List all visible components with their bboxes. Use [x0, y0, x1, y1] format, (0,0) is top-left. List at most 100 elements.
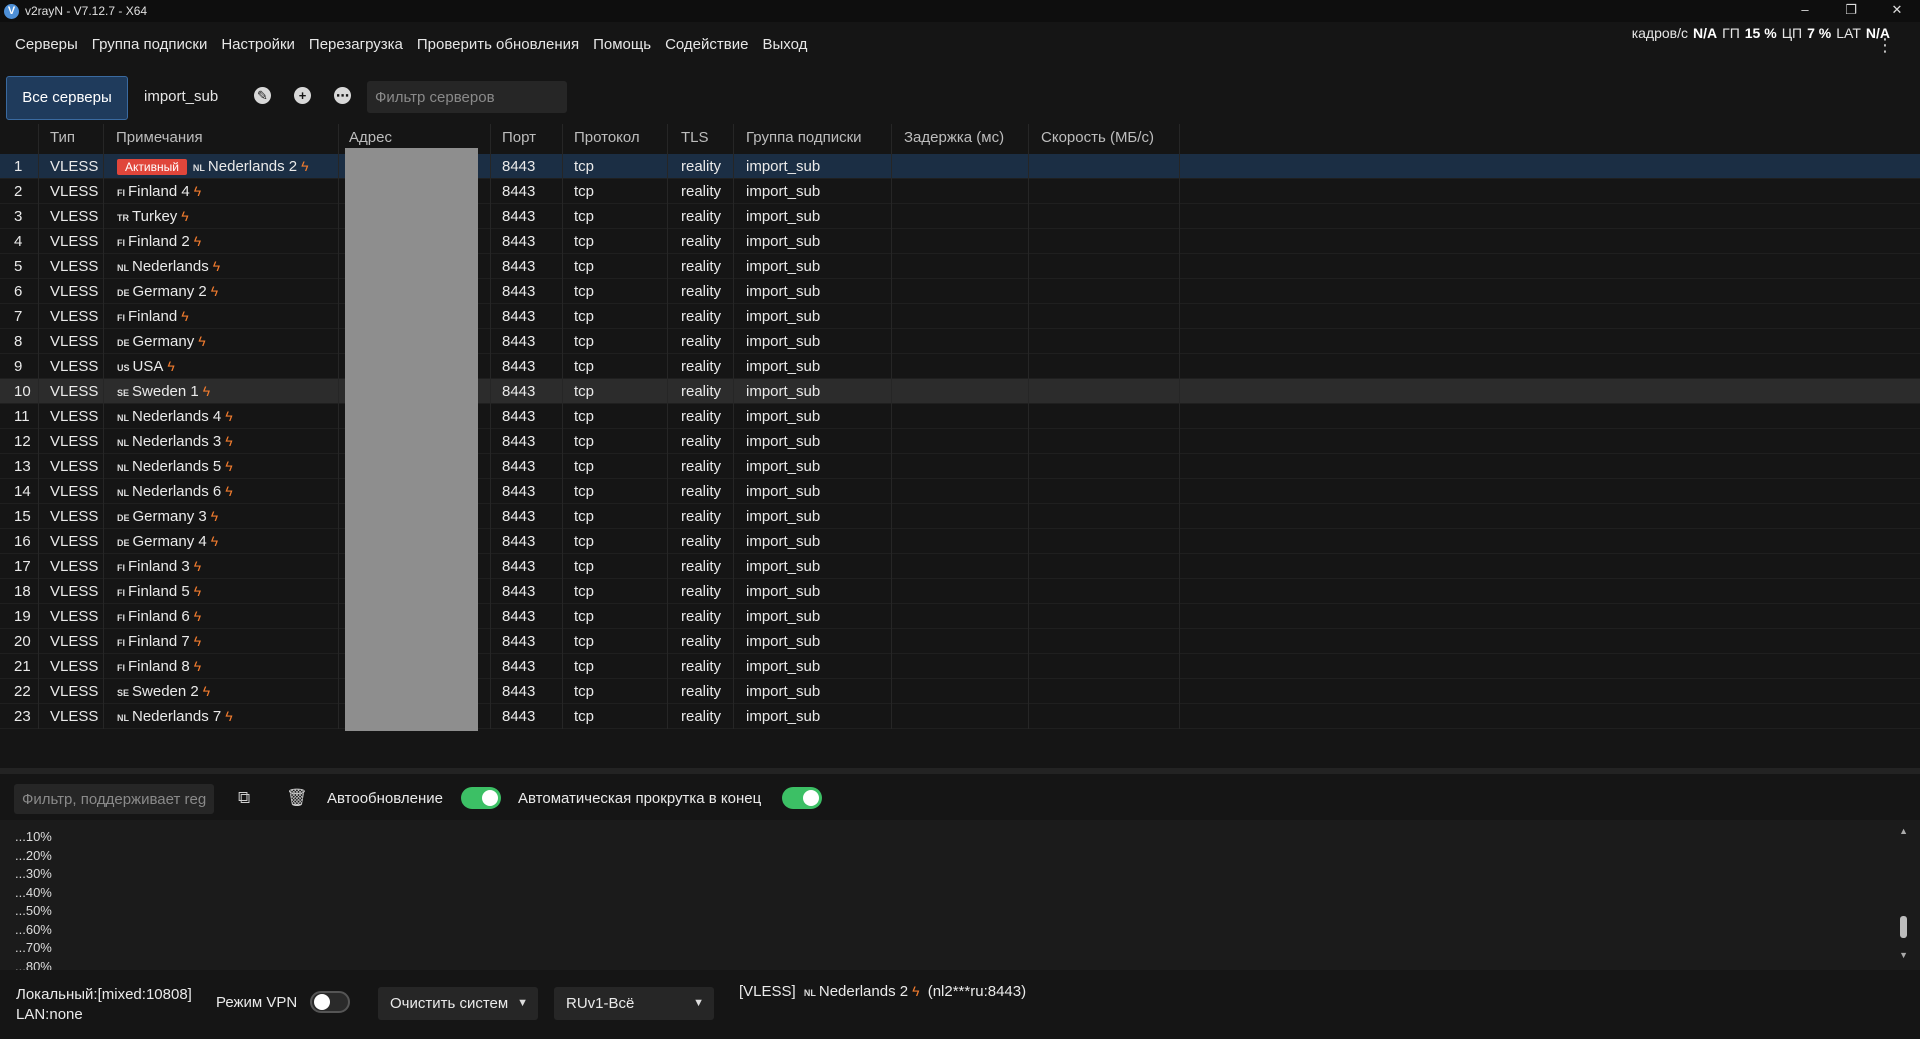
cell-type: VLESS [50, 508, 99, 525]
table-row[interactable]: 3 VLESS 8443 tcp reality import_sub TR Turkey ϟ [0, 204, 1920, 229]
server-name: Finland [128, 308, 178, 325]
cell-protocol: tcp [574, 533, 595, 550]
menu-exit[interactable]: Выход [755, 36, 814, 53]
table-row[interactable]: 17 VLESS 8443 tcp reality import_sub FI Finland… [0, 554, 1920, 579]
cell-tls: reality [681, 533, 722, 550]
log-output[interactable]: ...10% ...20% ...30% ...40% ...50% ...60% ...7… [0, 820, 1920, 970]
column-speed[interactable]: Скорость (МБ/с) [1041, 129, 1154, 146]
table-row[interactable]: 10 VLESS 8443 tcp reality import_sub SE Sweden … [0, 379, 1920, 404]
maximize-button[interactable]: ❐ [1828, 0, 1874, 22]
table-row[interactable]: 1 VLESS 8443 tcp reality import_sub Активный NL… [0, 154, 1920, 179]
cell-protocol: tcp [574, 383, 595, 400]
log-line: ...30% [15, 866, 52, 881]
table-row[interactable]: 12 VLESS 8443 tcp reality import_sub NL Nederla… [0, 429, 1920, 454]
copy-icon[interactable]: ⧉ [238, 788, 250, 808]
table-row[interactable]: 22 VLESS 8443 tcp reality import_sub SE Sweden … [0, 679, 1920, 704]
log-line: ...10% [15, 829, 52, 844]
cell-index: 5 [14, 258, 23, 275]
cell-remarks: DE Germany 3ϟ [117, 508, 218, 527]
minimize-button[interactable]: – [1782, 0, 1828, 22]
cell-group: import_sub [746, 183, 821, 200]
edit-icon[interactable]: ✎ [254, 87, 271, 104]
cell-group: import_sub [746, 533, 821, 550]
cell-protocol: tcp [574, 558, 595, 575]
cell-protocol: tcp [574, 358, 595, 375]
log-line: ...60% [15, 921, 52, 937]
cell-port: 8443 [502, 383, 536, 400]
log-filter-input[interactable] [14, 784, 214, 814]
cell-protocol: tcp [574, 658, 595, 675]
menu-donate[interactable]: Содействие [658, 36, 755, 53]
cell-protocol: tcp [574, 708, 595, 725]
menu-reload[interactable]: Перезагрузка [302, 36, 410, 53]
column-protocol[interactable]: Протокол [574, 129, 640, 146]
more-circle-icon[interactable]: ⋯ [334, 87, 351, 104]
column-port[interactable]: Порт [502, 129, 536, 146]
tab-all-servers[interactable]: Все серверы [6, 76, 128, 120]
scroll-up-icon[interactable]: ▲ [1899, 826, 1908, 836]
country-flag: NL [192, 163, 205, 173]
table-row[interactable]: 21 VLESS 8443 tcp reality import_sub FI Finland… [0, 654, 1920, 679]
column-subscription-group[interactable]: Группа подписки [746, 129, 862, 146]
table-row[interactable]: 16 VLESS 8443 tcp reality import_sub DE Germany… [0, 529, 1920, 554]
current-server-type: [VLESS] [739, 983, 796, 1000]
cell-remarks: FI Finland 5ϟ [117, 583, 201, 602]
bolt-icon: ϟ [193, 658, 202, 674]
auto-update-toggle[interactable] [461, 787, 501, 809]
auto-scroll-toggle[interactable] [782, 787, 822, 809]
column-address[interactable]: Адрес [349, 129, 392, 146]
table-row[interactable]: 11 VLESS 8443 tcp reality import_sub NL Nederla… [0, 404, 1920, 429]
cell-tls: reality [681, 283, 722, 300]
table-row[interactable]: 18 VLESS 8443 tcp reality import_sub FI Finland… [0, 579, 1920, 604]
table-row[interactable]: 7 VLESS 8443 tcp reality import_sub FI Finland ϟ [0, 304, 1920, 329]
table-row[interactable]: 19 VLESS 8443 tcp reality import_sub FI Finland… [0, 604, 1920, 629]
cell-port: 8443 [502, 233, 536, 250]
table-row[interactable]: 6 VLESS 8443 tcp reality import_sub DE Germany … [0, 279, 1920, 304]
cell-port: 8443 [502, 358, 536, 375]
fps-value: N/A [1692, 25, 1718, 41]
table-row[interactable]: 9 VLESS 8443 tcp reality import_sub US USA ϟ [0, 354, 1920, 379]
more-options-icon[interactable]: ⋮ [1876, 36, 1894, 54]
column-separator [490, 124, 491, 729]
table-row[interactable]: 23 VLESS 8443 tcp reality import_sub NL Nederla… [0, 704, 1920, 729]
log-scrollbar-thumb[interactable] [1900, 916, 1907, 938]
column-latency[interactable]: Задержка (мс) [904, 129, 1004, 146]
country-flag: FI [117, 613, 125, 623]
country-flag: FI [117, 638, 125, 648]
table-row[interactable]: 5 VLESS 8443 tcp reality import_sub NL Nederlan… [0, 254, 1920, 279]
routing-select[interactable]: RUv1-Всё ▼ [554, 987, 714, 1020]
menu-help[interactable]: Помощь [586, 36, 658, 53]
trash-icon[interactable]: 🗑 [286, 788, 308, 808]
menu-settings[interactable]: Настройки [214, 36, 302, 53]
menu-subscription-group[interactable]: Группа подписки [85, 36, 215, 53]
table-row[interactable]: 4 VLESS 8443 tcp reality import_sub FI Finland … [0, 229, 1920, 254]
vpn-mode-toggle[interactable] [310, 991, 350, 1013]
table-row[interactable]: 8 VLESS 8443 tcp reality import_sub DE Germany ϟ [0, 329, 1920, 354]
server-name: Germany 2 [132, 283, 207, 300]
scroll-down-icon[interactable]: ▼ [1899, 950, 1908, 960]
server-name: Nederlands 6 [132, 483, 222, 500]
tab-import-sub[interactable]: import_sub [144, 88, 218, 105]
column-remarks[interactable]: Примечания [116, 129, 203, 146]
system-proxy-select[interactable]: Очистить систем ▼ [378, 987, 538, 1020]
close-button[interactable]: ✕ [1874, 0, 1920, 22]
cell-remarks: FI Finland 3ϟ [117, 558, 201, 577]
log-line: ...20% [15, 847, 52, 863]
cell-tls: reality [681, 408, 722, 425]
column-type[interactable]: Тип [50, 129, 75, 146]
table-row[interactable]: 13 VLESS 8443 tcp reality import_sub NL Nederla… [0, 454, 1920, 479]
server-filter-input[interactable] [367, 81, 567, 113]
menu-check-updates[interactable]: Проверить обновления [410, 36, 586, 53]
table-row[interactable]: 20 VLESS 8443 tcp reality import_sub FI Finland… [0, 629, 1920, 654]
table-row[interactable]: 14 VLESS 8443 tcp reality import_sub NL Nederla… [0, 479, 1920, 504]
column-separator [38, 124, 39, 729]
cell-type: VLESS [50, 208, 99, 225]
table-row[interactable]: 2 VLESS 8443 tcp reality import_sub FI Finland … [0, 179, 1920, 204]
menu-servers[interactable]: Серверы [8, 36, 85, 53]
column-tls[interactable]: TLS [681, 129, 709, 146]
cell-group: import_sub [746, 283, 821, 300]
add-icon[interactable]: + [294, 87, 311, 104]
panel-splitter[interactable] [0, 768, 1920, 774]
table-row[interactable]: 15 VLESS 8443 tcp reality import_sub DE Germany… [0, 504, 1920, 529]
cell-protocol: tcp [574, 183, 595, 200]
